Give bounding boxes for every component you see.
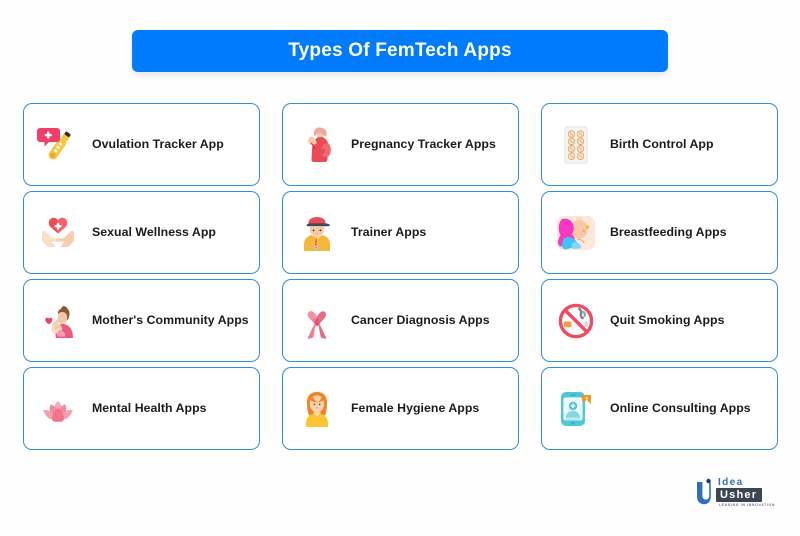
card-mental-health-apps[interactable]: Mental Health Apps (23, 367, 260, 450)
pink-awareness-ribbon-icon (295, 299, 339, 343)
logo-tagline: LEADING IN INNOVATION (719, 503, 776, 507)
card-label: Female Hygiene Apps (351, 400, 480, 415)
header-banner: Types Of FemTech Apps (132, 30, 668, 72)
card-label: Breastfeeding Apps (610, 224, 727, 239)
logo-name-bottom: Usher (716, 488, 763, 502)
card-pregnancy-tracker-apps[interactable]: Pregnancy Tracker Apps (282, 103, 519, 186)
card-label: Birth Control App (610, 136, 714, 151)
card-label: Ovulation Tracker App (92, 136, 224, 151)
no-smoking-icon (554, 299, 598, 343)
ovulation-thermometer-icon (36, 123, 80, 167)
card-label: Mother's Community Apps (92, 312, 249, 327)
card-sexual-wellness-app[interactable]: Sexual Wellness App (23, 191, 260, 274)
breastfeeding-mother-icon (554, 211, 598, 255)
card-label: Sexual Wellness App (92, 224, 216, 239)
card-online-consulting-apps[interactable]: Online Consulting Apps (541, 367, 778, 450)
logo-name-top: Idea (718, 477, 744, 488)
card-breastfeeding-apps[interactable]: Breastfeeding Apps (541, 191, 778, 274)
page-title: Types Of FemTech Apps (288, 40, 512, 61)
card-cancer-diagnosis-apps[interactable]: Cancer Diagnosis Apps (282, 279, 519, 362)
brand-logo: Idea Usher LEADING IN INNOVATION (694, 476, 780, 510)
phone-doctor-consult-icon (554, 387, 598, 431)
heart-in-hands-icon (36, 211, 80, 255)
app-types-grid: Ovulation Tracker App Pregnancy Tracker … (23, 103, 778, 450)
card-trainer-apps[interactable]: Trainer Apps (282, 191, 519, 274)
card-female-hygiene-apps[interactable]: Female Hygiene Apps (282, 367, 519, 450)
card-label: Quit Smoking Apps (610, 312, 725, 327)
pill-blister-pack-icon (554, 123, 598, 167)
mother-and-baby-icon (36, 299, 80, 343)
lotus-flower-icon (36, 387, 80, 431)
trainer-person-icon (295, 211, 339, 255)
card-label: Mental Health Apps (92, 400, 207, 415)
female-avatar-icon (295, 387, 339, 431)
card-quit-smoking-apps[interactable]: Quit Smoking Apps (541, 279, 778, 362)
card-label: Trainer Apps (351, 224, 427, 239)
card-label: Cancer Diagnosis Apps (351, 312, 490, 327)
pregnant-woman-icon (295, 123, 339, 167)
card-birth-control-app[interactable]: Birth Control App (541, 103, 778, 186)
card-label: Online Consulting Apps (610, 400, 751, 415)
card-ovulation-tracker-app[interactable]: Ovulation Tracker App (23, 103, 260, 186)
idea-usher-u-mark-icon (694, 478, 714, 506)
card-mothers-community-apps[interactable]: Mother's Community Apps (23, 279, 260, 362)
infographic-page: Types Of FemTech Apps Ovulation Tracker … (0, 0, 800, 536)
card-label: Pregnancy Tracker Apps (351, 136, 496, 151)
